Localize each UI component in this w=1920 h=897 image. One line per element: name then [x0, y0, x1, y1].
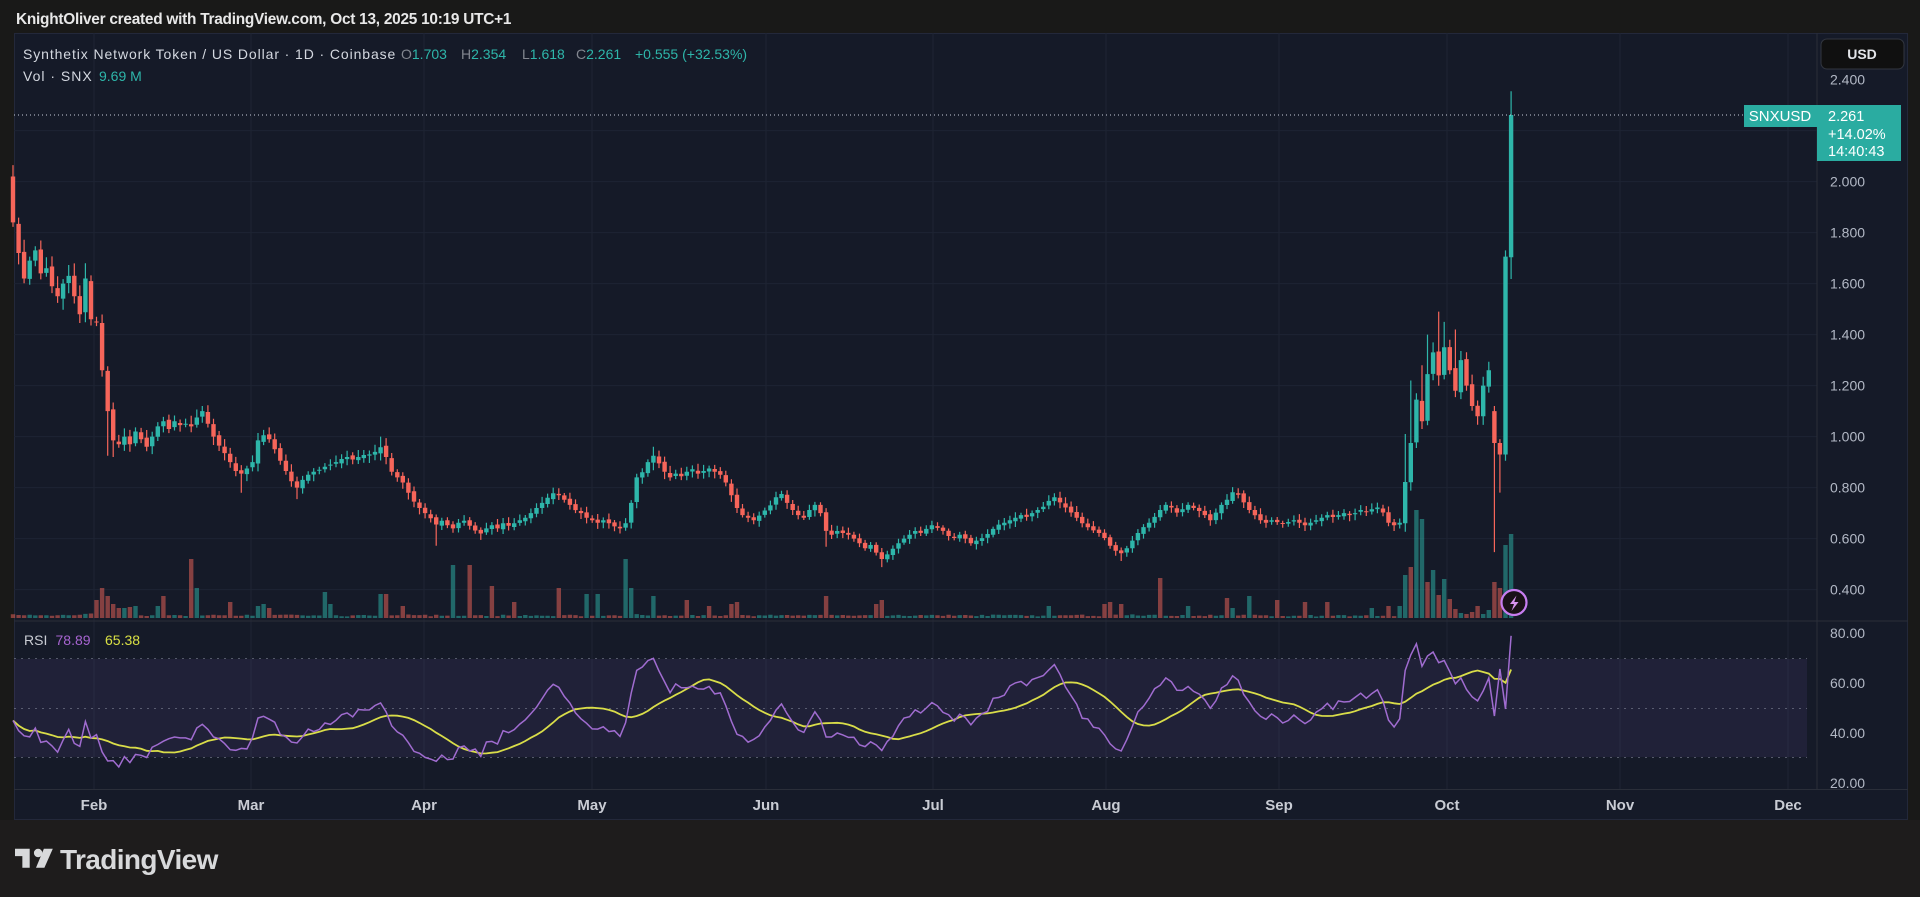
- svg-text:20.00: 20.00: [1830, 775, 1865, 791]
- svg-text:0.600: 0.600: [1830, 531, 1865, 547]
- svg-text:1.400: 1.400: [1830, 327, 1865, 343]
- svg-text:0.800: 0.800: [1830, 480, 1865, 496]
- svg-text:2.000: 2.000: [1830, 174, 1865, 190]
- svg-text:Oct: Oct: [1434, 797, 1459, 814]
- svg-text:1.000: 1.000: [1830, 429, 1865, 445]
- svg-text:1.800: 1.800: [1830, 225, 1865, 241]
- svg-text:RSI78.8965.38: RSI78.8965.38: [24, 632, 140, 648]
- svg-text:+14.02%: +14.02%: [1828, 127, 1886, 143]
- svg-text:60.00: 60.00: [1830, 675, 1865, 691]
- svg-text:Feb: Feb: [81, 797, 108, 814]
- svg-text:Dec: Dec: [1774, 797, 1802, 814]
- svg-text:1.600: 1.600: [1830, 276, 1865, 292]
- svg-text:80.00: 80.00: [1830, 625, 1865, 641]
- svg-text:TradingView: TradingView: [60, 844, 219, 875]
- svg-text:Synthetix Network Token / US D: Synthetix Network Token / US Dollar · 1D…: [23, 46, 396, 62]
- svg-text:KnightOliver created with Trad: KnightOliver created with TradingView.co…: [16, 11, 512, 28]
- svg-text:2.261: 2.261: [1828, 109, 1864, 125]
- svg-text:Apr: Apr: [411, 797, 437, 814]
- svg-text:Jun: Jun: [753, 797, 780, 814]
- svg-text:Nov: Nov: [1606, 797, 1635, 814]
- svg-text:May: May: [577, 797, 607, 814]
- svg-text:0.400: 0.400: [1830, 582, 1865, 598]
- svg-text:1.200: 1.200: [1830, 378, 1865, 394]
- svg-text:14:40:43: 14:40:43: [1828, 144, 1884, 160]
- svg-text:40.00: 40.00: [1830, 725, 1865, 741]
- svg-text:Jul: Jul: [922, 797, 944, 814]
- svg-text:SNXUSD: SNXUSD: [1749, 108, 1812, 125]
- svg-text:USD: USD: [1847, 46, 1877, 62]
- svg-text:Aug: Aug: [1091, 797, 1120, 814]
- svg-text:Sep: Sep: [1265, 797, 1293, 814]
- svg-text:Vol · SNX: Vol · SNX: [23, 68, 93, 84]
- svg-text:Mar: Mar: [238, 797, 265, 814]
- svg-text:2.400: 2.400: [1830, 72, 1865, 88]
- svg-text:9.69 M: 9.69 M: [99, 68, 142, 84]
